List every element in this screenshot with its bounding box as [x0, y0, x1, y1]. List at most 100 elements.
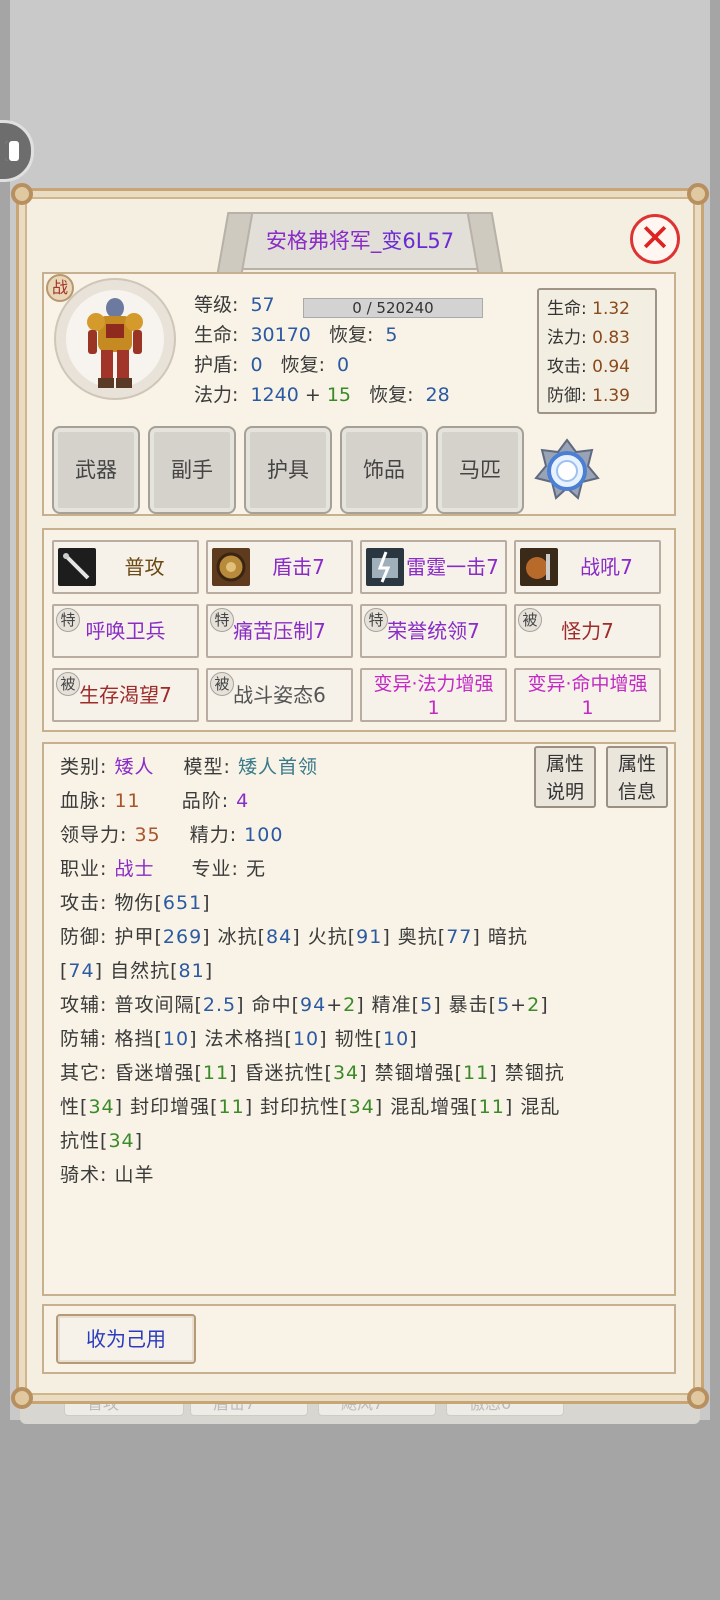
shield-row: 护盾: 0 恢复: 0 [194, 350, 349, 377]
equip-slot-mount[interactable]: 马匹 [436, 426, 524, 514]
skill-pain-suppression[interactable]: 特 痛苦压制7 [206, 604, 353, 658]
crit-value: 5 [497, 994, 511, 1016]
close-button[interactable]: ✕ [630, 214, 680, 264]
stat-name: 昏迷增强 [114, 1062, 195, 1084]
sword-icon [58, 548, 96, 586]
skill-normal-attack[interactable]: 普攻 [52, 540, 199, 594]
skill-call-guards[interactable]: 特 呼唤卫兵 [52, 604, 199, 658]
spec-value: 无 [245, 858, 266, 880]
stat-name: 韧性 [334, 1028, 375, 1050]
leadership-label: 领导力: [60, 824, 128, 846]
offense-aux-label: 攻辅: [60, 994, 108, 1016]
stun-up-value: 11 [202, 1062, 230, 1084]
shield-regen-value: 0 [337, 354, 350, 376]
armor-value: 269 [162, 926, 203, 948]
skill-brute-strength[interactable]: 被 怪力7 [514, 604, 661, 658]
ratio-value: 0.83 [592, 328, 630, 348]
attack-row: 攻击: 物伤[651] [60, 892, 211, 914]
corner-ornament [11, 183, 33, 205]
hp-regen-value: 5 [385, 324, 398, 346]
mp-value: 1240 [250, 384, 299, 406]
ratio-value: 0.94 [592, 357, 630, 377]
tough-value: 10 [383, 1028, 410, 1050]
ratio-row-mp: 法力: 0.83 [547, 324, 647, 353]
skill-honor-command[interactable]: 特 荣誉统领7 [360, 604, 507, 658]
thunder-clap-icon [366, 548, 404, 586]
attribute-info-button[interactable]: 属性 信息 [606, 746, 668, 808]
job-row: 职业: 战士 专业: 无 [60, 854, 266, 881]
skill-thunder-clap[interactable]: 雷霆一击7 [360, 540, 507, 594]
other-row-cont-2: 抗性[34] [60, 1130, 144, 1152]
other-row: 其它: 昏迷增强[11] 昏迷抗性[34] 禁锢增强[11] 禁锢抗 [60, 1062, 565, 1084]
equip-slot-accessory[interactable]: 饰品 [340, 426, 428, 514]
growth-ratio-box: 生命: 1.32 法力: 0.83 攻击: 0.94 防御: 1.39 [537, 288, 657, 414]
frost-value: 84 [266, 926, 293, 948]
stat-name: 命中 [251, 994, 292, 1016]
hit-bonus: 2 [343, 994, 357, 1016]
chaos-up-value: 11 [478, 1096, 505, 1118]
ratio-row-defense: 防御: 1.39 [547, 382, 647, 411]
skill-battle-stance[interactable]: 被 战斗姿态6 [206, 668, 353, 722]
energy-value: 100 [244, 824, 284, 846]
riding-value: 山羊 [114, 1164, 155, 1186]
nature-value: 81 [178, 960, 205, 982]
defense-row-cont: [74] 自然抗[81] [60, 960, 214, 982]
equip-slot-armor[interactable]: 护具 [244, 426, 332, 514]
stat-name: 火抗 [307, 926, 348, 948]
stat-name: 抗性 [60, 1130, 101, 1152]
corner-ornament [687, 183, 709, 205]
stat-name: 昏迷抗性 [244, 1062, 325, 1084]
level-row: 等级: 57 [194, 290, 275, 317]
skill-mutation-mana-boost[interactable]: 变异·法力增强 1 [360, 668, 507, 722]
hp-regen-label: 恢复: [328, 324, 374, 346]
skill-will-to-survive[interactable]: 被 生存渴望7 [52, 668, 199, 722]
class-badge: 战 [46, 274, 74, 302]
defense-aux-row: 防辅: 格挡[10] 法术格挡[10] 韧性[10] [60, 1028, 418, 1050]
skill-name: 盾击7 [272, 555, 325, 579]
recruit-button[interactable]: 收为己用 [56, 1314, 196, 1364]
button-line: 说明 [545, 781, 584, 803]
mp-row: 法力: 1240 + 15 恢复: 28 [194, 380, 450, 407]
stat-name: 暗抗 [487, 926, 528, 948]
corner-ornament [687, 1387, 709, 1409]
button-line: 属性 [545, 753, 584, 775]
defense-aux-label: 防辅: [60, 1028, 108, 1050]
hit-value: 94 [300, 994, 327, 1016]
stat-name: 禁锢增强 [374, 1062, 455, 1084]
leadership-value: 35 [134, 824, 161, 846]
defense-row: 防御: 护甲[269] 冰抗[84] 火抗[91] 奥抗[77] 暗抗 [60, 926, 528, 948]
skill-name: 变异·命中增强 [527, 673, 648, 695]
imprison-up-value: 11 [463, 1062, 490, 1084]
bloodline-value: 11 [114, 790, 141, 812]
shield-label: 护盾: [194, 354, 239, 376]
skill-level: 1 [581, 697, 594, 719]
skill-mutation-hit-boost[interactable]: 变异·命中增强 1 [514, 668, 661, 722]
stat-name: 禁锢抗 [504, 1062, 565, 1084]
other-row-cont-1: 性[34] 封印增强[11] 封印抗性[34] 混乱增强[11] 混乱 [60, 1096, 561, 1118]
attribute-explanation-button[interactable]: 属性 说明 [534, 746, 596, 808]
stat-name: 护甲 [114, 926, 155, 948]
chaos-res-value: 34 [108, 1130, 135, 1152]
skill-tag-passive: 被 [518, 608, 542, 632]
defense-label: 防御: [60, 926, 108, 948]
equip-slot-offhand[interactable]: 副手 [148, 426, 236, 514]
energy-label: 精力: [189, 824, 238, 846]
battle-shout-icon [520, 548, 558, 586]
skill-battle-shout[interactable]: 战吼7 [514, 540, 661, 594]
category-value: 矮人 [114, 756, 155, 778]
skill-shield-bash[interactable]: 盾击7 [206, 540, 353, 594]
ratio-label: 攻击: [547, 357, 587, 377]
riding-label: 骑术: [60, 1164, 108, 1186]
hp-label: 生命: [194, 324, 239, 346]
unit-variant: 变6L57 [381, 229, 455, 253]
level-label: 等级: [194, 294, 239, 316]
skill-name: 雷霆一击7 [406, 555, 499, 579]
rank-medal-icon[interactable] [534, 438, 600, 504]
ratio-row-attack: 攻击: 0.94 [547, 353, 647, 382]
mp-label: 法力: [194, 384, 239, 406]
job-label: 职业: [60, 858, 108, 880]
crit-bonus: 2 [527, 994, 541, 1016]
stat-name: 普攻间隔 [114, 994, 195, 1016]
equip-slot-weapon[interactable]: 武器 [52, 426, 140, 514]
model-label: 模型: [183, 756, 231, 778]
